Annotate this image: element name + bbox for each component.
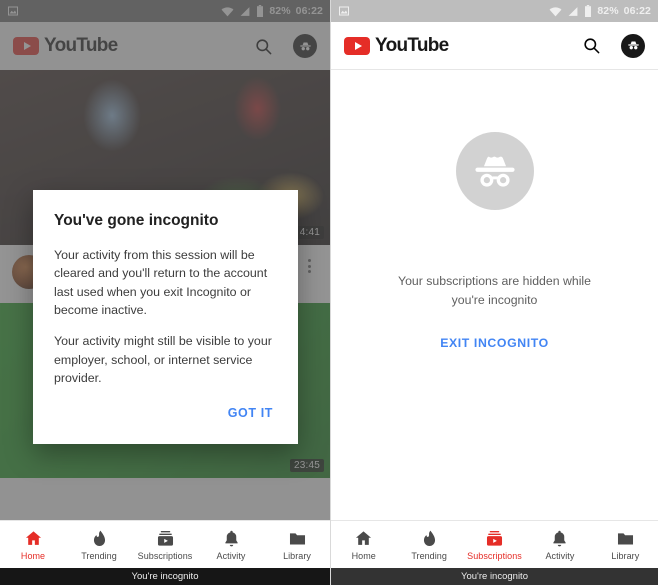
screen-home-incognito-dialog: 82% 06:22 YouTube [0,0,330,585]
nav-item-trending[interactable]: Trending [396,529,461,561]
got-it-button[interactable]: GOT IT [224,400,277,426]
bottom-area: Home Trending Subscriptions Activity Lib… [331,520,658,585]
nav-item-subscriptions[interactable]: Subscriptions [132,529,198,561]
status-bar-notifications [338,5,549,17]
incognito-status-bar: You're incognito [0,568,330,585]
folder-icon [289,532,305,544]
flame-icon [93,530,105,546]
image-icon [339,6,349,16]
nav-label: Subscriptions [467,550,522,561]
dialog-title: You've gone incognito [54,212,219,229]
incognito-status-bar: You're incognito [331,568,658,585]
dialog-paragraph: Your activity might still be visible to … [54,334,272,386]
screen-subscriptions-incognito: 82% 06:22 YouTube Your subscriptions are… [330,0,658,585]
dialog-actions: GOT IT [54,388,277,436]
subscriptions-empty-state: Your subscriptions are hidden while you'… [331,70,658,520]
nav-label: Library [611,550,640,561]
nav-item-home[interactable]: Home [331,529,396,561]
nav-item-home[interactable]: Home [0,529,66,561]
empty-state-message: Your subscriptions are hidden while you'… [398,274,591,308]
nav-item-library[interactable]: Library [264,529,330,561]
app-bar: YouTube [331,22,658,70]
status-bar: 82% 06:22 [331,0,658,22]
nav-item-trending[interactable]: Trending [66,529,132,561]
youtube-logo[interactable]: YouTube [344,35,579,57]
nav-item-library[interactable]: Library [593,529,658,561]
nav-label: Subscriptions [137,550,193,561]
subscriptions-icon [486,530,503,546]
nav-label: Library [283,550,311,561]
nav-label: Trending [411,550,447,561]
battery-icon [585,5,592,17]
clock: 06:22 [623,5,651,17]
dual-screenshot: 82% 06:22 YouTube [0,0,658,585]
incognito-avatar-icon[interactable] [621,33,645,58]
exit-incognito-button[interactable]: EXIT INCOGNITO [440,336,549,350]
nav-label: Activity [216,550,246,561]
dialog-body: Your activity from this session will be … [54,246,277,388]
youtube-play-icon [344,36,370,55]
nav-label: Activity [545,550,575,561]
youtube-wordmark: YouTube [375,34,449,56]
nav-label: Trending [81,550,117,561]
subscriptions-icon [157,530,173,546]
home-icon [356,530,372,545]
incognito-hat-glasses-icon [455,132,534,210]
dialog-paragraph: Your activity from this session will be … [54,248,268,318]
status-bar-indicators: 82% 06:22 [549,5,651,17]
bottom-area: Home Trending Subscriptions Activity Lib… [0,520,330,585]
bottom-navigation[interactable]: Home Trending Subscriptions Activity Lib… [331,520,658,568]
bottom-navigation[interactable]: Home Trending Subscriptions Activity Lib… [0,520,330,568]
battery-percent: 82% [597,5,619,17]
signal-icon [568,6,578,16]
flame-icon [423,530,435,546]
nav-item-subscriptions[interactable]: Subscriptions [462,529,527,561]
app-bar-actions [579,33,645,58]
incognito-dialog: You've gone incognito Your activity from… [33,190,298,444]
folder-icon [617,532,633,544]
bell-icon [224,530,238,546]
nav-item-activity[interactable]: Activity [198,529,264,561]
bell-icon [553,530,567,546]
home-icon [25,530,41,545]
nav-label: Home [20,550,46,561]
nav-label: Home [351,550,376,561]
nav-item-activity[interactable]: Activity [527,529,592,561]
wifi-icon [549,6,562,16]
search-icon[interactable] [579,34,603,58]
